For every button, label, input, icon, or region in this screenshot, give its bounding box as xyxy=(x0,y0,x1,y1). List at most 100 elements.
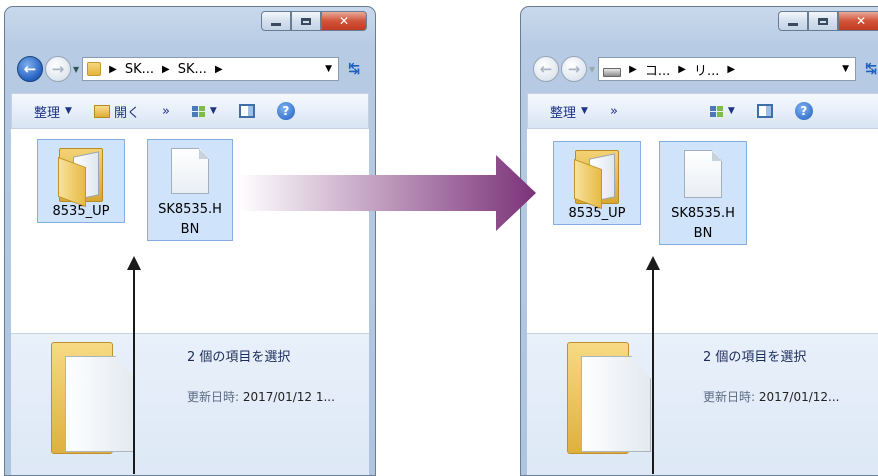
history-dropdown-icon[interactable]: ▼ xyxy=(73,65,79,74)
modified-date-value: 2017/01/12 1... xyxy=(242,390,335,404)
back-button[interactable]: ← xyxy=(17,56,43,82)
preview-pane-icon xyxy=(756,104,773,118)
preview-pane-icon xyxy=(238,104,255,118)
forward-button[interactable]: → xyxy=(561,56,587,82)
change-view-button[interactable]: ▼ xyxy=(709,105,735,117)
address-bar[interactable]: ▶ コ... ▶ リ... ▶ ▼ xyxy=(598,57,856,81)
pointer-arrow-right xyxy=(646,256,660,474)
file-item-file[interactable]: SK8535.H BN xyxy=(659,141,747,245)
open-button[interactable]: 開く xyxy=(93,102,140,121)
file-item-label: SK8535.H BN xyxy=(671,204,735,244)
help-button[interactable]: ? xyxy=(794,102,813,120)
breadcrumb-separator-icon[interactable]: ▶ xyxy=(727,64,735,75)
address-bar[interactable]: ▶ SK... ▶ SK... ▶ ▼ xyxy=(82,57,339,81)
organize-menu[interactable]: 整理 ▼ xyxy=(34,102,72,121)
command-bar: 整理 ▼ » ▼ ? xyxy=(527,93,878,129)
address-dropdown-icon[interactable]: ▼ xyxy=(325,64,332,74)
open-icon xyxy=(93,104,110,118)
details-pane: 2 個の項目を選択 更新日時: 2017/01/12... xyxy=(527,333,878,475)
open-label: 開く xyxy=(113,105,140,121)
command-bar: 整理 ▼ 開く » ▼ ? xyxy=(11,93,369,129)
organize-label: 整理 xyxy=(34,105,61,121)
drive-icon xyxy=(603,67,622,77)
close-icon: ✕ xyxy=(855,14,867,28)
modified-date: 更新日時: 2017/01/12 1... xyxy=(187,388,335,405)
refresh-button[interactable]: ↹ xyxy=(860,58,878,80)
folder-icon xyxy=(574,150,619,210)
breadcrumb-separator-icon[interactable]: ▶ xyxy=(629,64,637,75)
preview-pane-button[interactable] xyxy=(756,104,773,118)
details-pane: 2 個の項目を選択 更新日時: 2017/01/12 1... xyxy=(11,333,369,475)
caption-buttons: ✕ xyxy=(778,11,878,31)
folder-icon xyxy=(58,148,103,208)
minimize-icon xyxy=(271,22,281,26)
more-commands-button[interactable]: » xyxy=(162,104,170,119)
views-icon xyxy=(709,105,723,117)
more-commands-button[interactable]: » xyxy=(610,104,618,119)
file-item-label-line: SK8535.H xyxy=(158,202,222,217)
caption-buttons: ✕ xyxy=(261,11,367,31)
file-item-label: SK8535.H BN xyxy=(158,200,222,240)
minimize-icon xyxy=(788,22,798,26)
copy-arrow-shape xyxy=(238,155,536,231)
close-button[interactable]: ✕ xyxy=(838,11,878,31)
file-item-label-line: SK8535.H xyxy=(671,206,735,221)
help-icon: ? xyxy=(276,102,295,120)
more-commands-label: » xyxy=(161,103,170,119)
chevron-down-icon: ▼ xyxy=(727,106,735,116)
file-list[interactable]: 8535_UP SK8535.H BN xyxy=(527,129,878,333)
help-icon: ? xyxy=(794,102,813,120)
minimize-button[interactable] xyxy=(778,11,808,31)
organize-menu[interactable]: 整理 ▼ xyxy=(550,102,588,121)
maximize-button[interactable] xyxy=(808,11,838,31)
breadcrumb-item[interactable]: リ... xyxy=(694,60,719,79)
chevron-down-icon: ▼ xyxy=(581,106,588,116)
modified-date-label: 更新日時: xyxy=(187,390,240,404)
navigation-bar: ← → ▼ ▶ コ... ▶ リ... ▶ ▼ ↹ xyxy=(533,54,878,84)
breadcrumb-separator-icon[interactable]: ▶ xyxy=(162,64,170,75)
change-view-button[interactable]: ▼ xyxy=(191,105,217,117)
address-dropdown-icon[interactable]: ▼ xyxy=(842,64,849,74)
breadcrumb-item[interactable]: コ... xyxy=(645,60,670,79)
modified-date: 更新日時: 2017/01/12... xyxy=(703,388,839,405)
breadcrumb-item[interactable]: SK... xyxy=(178,62,207,77)
breadcrumb-separator-icon[interactable]: ▶ xyxy=(109,64,117,75)
back-button[interactable]: ← xyxy=(533,56,559,82)
close-button[interactable]: ✕ xyxy=(321,11,367,31)
chevron-down-icon: ▼ xyxy=(65,106,72,116)
modified-date-value: 2017/01/12... xyxy=(758,390,840,404)
forward-arrow-icon: → xyxy=(567,60,581,78)
refresh-button[interactable]: ↹ xyxy=(343,58,365,80)
file-item-folder[interactable]: 8535_UP xyxy=(553,141,641,225)
copy-direction-arrow xyxy=(238,155,536,231)
chevron-down-icon: ▼ xyxy=(209,106,217,116)
file-icon xyxy=(684,150,722,198)
refresh-icon: ↹ xyxy=(865,61,877,77)
selection-thumbnail-icon xyxy=(567,342,657,458)
selection-thumbnail-icon xyxy=(51,342,141,458)
back-arrow-icon: ← xyxy=(23,60,37,78)
modified-date-label: 更新日時: xyxy=(703,390,756,404)
preview-pane-button[interactable] xyxy=(238,104,255,118)
back-arrow-icon: ← xyxy=(539,60,553,78)
file-icon xyxy=(171,148,209,194)
file-item-label-line: BN xyxy=(693,226,713,241)
maximize-button[interactable] xyxy=(291,11,321,31)
breadcrumb-item[interactable]: SK... xyxy=(125,62,154,77)
help-button[interactable]: ? xyxy=(276,102,295,120)
views-icon xyxy=(191,105,205,117)
maximize-icon xyxy=(301,17,311,25)
file-item-folder[interactable]: 8535_UP xyxy=(37,139,125,223)
breadcrumb-separator-icon[interactable]: ▶ xyxy=(678,64,686,75)
breadcrumb-separator-icon[interactable]: ▶ xyxy=(215,64,223,75)
selection-count-text: 2 個の項目を選択 xyxy=(187,350,291,365)
maximize-icon xyxy=(818,17,828,25)
file-item-file[interactable]: SK8535.H BN xyxy=(147,139,233,241)
close-icon: ✕ xyxy=(338,14,350,28)
forward-arrow-icon: → xyxy=(51,60,65,78)
navigation-bar: ← → ▼ ▶ SK... ▶ SK... ▶ ▼ ↹ xyxy=(17,54,365,84)
forward-button[interactable]: → xyxy=(45,56,71,82)
file-item-label-line: BN xyxy=(180,222,200,237)
history-dropdown-icon[interactable]: ▼ xyxy=(589,65,595,74)
minimize-button[interactable] xyxy=(261,11,291,31)
